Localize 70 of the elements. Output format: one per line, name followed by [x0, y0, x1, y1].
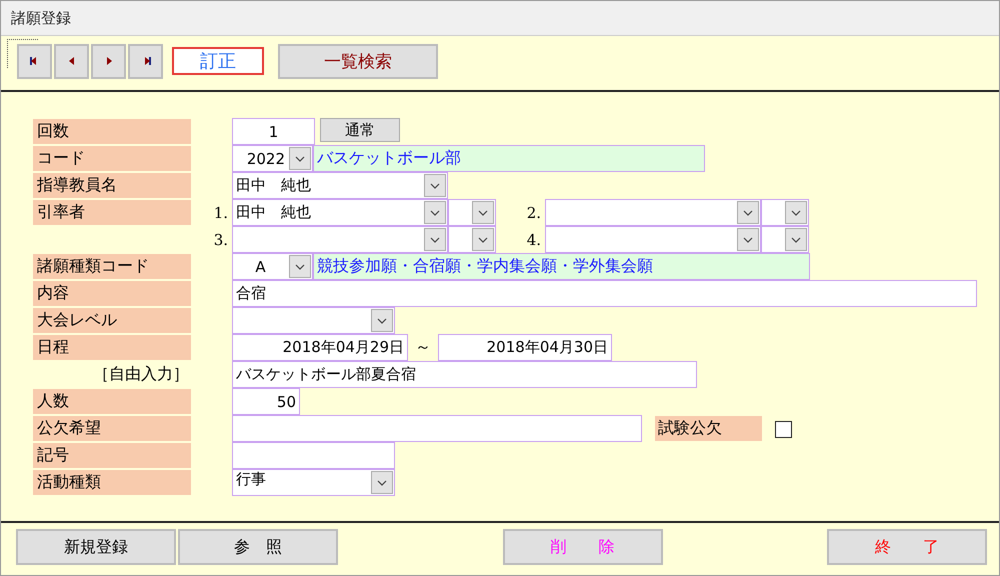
field-label: 日程	[33, 335, 191, 360]
normal-button[interactable]: 通常	[320, 118, 400, 142]
activity-combo[interactable]: 行事	[232, 469, 395, 496]
chevron-icon	[743, 236, 753, 242]
field-label: 人数	[33, 389, 191, 414]
field-label: 試験公欠	[655, 416, 762, 441]
window-title: 諸願登録	[11, 8, 71, 28]
dropdown-button[interactable]	[424, 201, 446, 224]
chevron-icon	[791, 236, 801, 242]
dropdown-button[interactable]	[371, 309, 393, 332]
list-search-button[interactable]: 一覧検索	[278, 44, 438, 78]
field-label: 回数	[33, 119, 191, 144]
leader-number: 4.	[526, 230, 541, 248]
request-code-combo[interactable]: A	[232, 253, 313, 280]
dropdown-button[interactable]	[472, 228, 494, 251]
first-record-button[interactable]	[17, 44, 52, 78]
field-label: 記号	[33, 443, 191, 468]
leader-number: 3.	[214, 230, 228, 248]
field-label: 公欠希望	[33, 416, 191, 441]
chevron-icon	[295, 264, 305, 270]
chevron-icon	[430, 182, 440, 188]
field-label: 大会レベル	[33, 308, 191, 333]
start-date-field[interactable]: 2018年04月29日	[232, 334, 408, 361]
end-date-field[interactable]: 2018年04月30日	[438, 334, 612, 361]
leader-combo[interactable]: 田中 純也	[232, 199, 448, 226]
count-field[interactable]: 1	[232, 118, 315, 145]
chevron-icon	[791, 210, 801, 216]
leader-number: 2.	[526, 204, 541, 222]
teacher-combo[interactable]: 田中 純也	[232, 172, 448, 199]
content-field[interactable]: 合宿	[232, 280, 977, 307]
chevron-icon	[377, 480, 387, 486]
leader-number: 1.	[214, 204, 228, 222]
dropdown-button[interactable]	[785, 228, 807, 251]
chevron-icon	[430, 210, 440, 216]
dropdown-button[interactable]	[289, 255, 311, 278]
field-label: 活動種類	[33, 470, 191, 495]
action-button[interactable]: 参 照	[178, 529, 338, 565]
chevron-icon	[295, 156, 305, 162]
chevron-icon	[478, 236, 488, 242]
field-label: ［自由入力］	[92, 363, 190, 385]
headcount-field[interactable]: 50	[232, 388, 300, 415]
dropdown-button[interactable]	[424, 228, 446, 251]
free-input-field[interactable]: バスケットボール部夏合宿	[232, 361, 697, 388]
chevron-icon	[377, 318, 387, 324]
triangle-left-icon	[66, 57, 76, 65]
dropdown-button[interactable]	[472, 201, 494, 224]
field-label: 内容	[33, 281, 191, 306]
dropdown-button[interactable]	[737, 228, 759, 251]
symbol-field[interactable]	[232, 442, 395, 469]
dropdown-button[interactable]	[424, 174, 446, 197]
dropdown-button[interactable]	[785, 201, 807, 224]
dropdown-button[interactable]	[371, 471, 393, 494]
request-type-field: 競技参加願・合宿願・学内集会願・学外集会願	[313, 253, 810, 280]
chevron-icon	[743, 210, 753, 216]
code-combo[interactable]: 2022	[232, 145, 313, 172]
checkbox[interactable]	[775, 421, 792, 438]
absence-field[interactable]	[232, 415, 642, 442]
field-label: 引率者	[33, 200, 191, 225]
dropdown-button[interactable]	[289, 147, 311, 170]
action-button[interactable]: 新規登録	[16, 529, 176, 565]
chevron-icon	[478, 210, 488, 216]
range-separator: ～	[414, 336, 432, 358]
dropdown-button[interactable]	[737, 201, 759, 224]
mode-indicator: 訂正	[172, 47, 264, 75]
field-label: 諸願種類コード	[33, 254, 191, 279]
last-record-button[interactable]	[128, 44, 163, 78]
chevron-icon	[430, 236, 440, 242]
club-name-field: バスケットボール部	[313, 145, 705, 172]
field-label: コード	[33, 146, 191, 171]
field-label: 指導教員名	[33, 173, 191, 198]
